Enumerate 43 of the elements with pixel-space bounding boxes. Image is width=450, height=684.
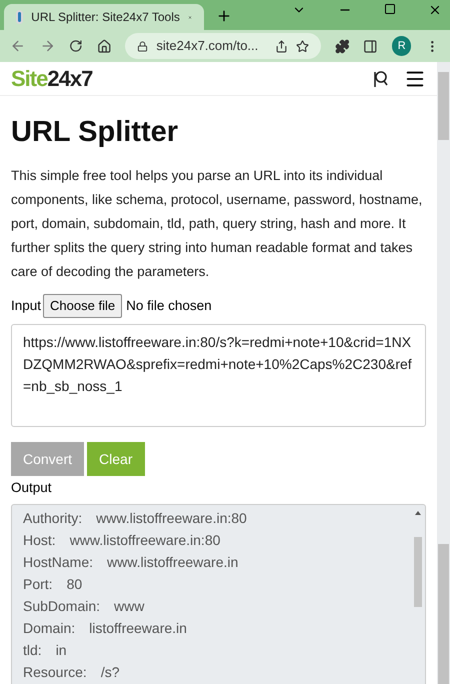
output-key: Host: <box>23 529 56 552</box>
tab-title: URL Splitter: Site24x7 Tools <box>31 9 180 26</box>
site-logo[interactable]: Site24x7 <box>11 62 92 95</box>
file-status: No file chosen <box>126 296 212 315</box>
home-icon[interactable] <box>96 38 112 54</box>
output-label: Output <box>11 479 53 497</box>
url-input-field[interactable]: https://www.listoffreeware.in:80/s?k=redmi+note+10&crid=1NXDZQMM2RWAO&sprefix=redmi+note+10%2Caps%2C230&ref=nb_sb_noss_1 <box>11 324 426 427</box>
scroll-up-icon[interactable] <box>415 511 421 516</box>
new-tab-icon[interactable] <box>216 8 232 24</box>
choose-file-button[interactable]: Choose file <box>43 294 122 318</box>
output-key: Port: <box>23 573 53 596</box>
output-key: tld: <box>23 639 42 662</box>
output-key: HostName: <box>23 551 94 574</box>
description: This simple free tool helps you parse an URL into its individual components, like schema, protocol, username, password, hostname, port, domain, subdomain, tld, path, query string, hash and more. It further splits the query string into human readable format and takes care of decoding the parameters. <box>11 167 424 281</box>
output-value: www.listoffreeware.in:80 <box>96 509 247 528</box>
output-value: listoffreeware.in <box>89 619 187 638</box>
lock-icon <box>137 40 148 52</box>
input-label: Input <box>11 296 42 315</box>
output-value: www <box>114 597 144 616</box>
output-key: Domain: <box>23 617 76 640</box>
output-value: 80 <box>66 575 82 594</box>
url-text: site24x7.com/to... <box>156 37 260 56</box>
page-title: URL Splitter <box>11 115 180 150</box>
close-window-icon[interactable] <box>428 3 442 17</box>
output-value: in <box>56 641 67 660</box>
output-key: SubDomain: <box>23 595 100 618</box>
browser-tab[interactable]: URL Splitter: Site24x7 Tools <box>4 4 204 30</box>
output-key: Authority: <box>23 507 82 530</box>
output-value: /s? <box>100 663 120 682</box>
side-panel-icon[interactable] <box>363 38 378 54</box>
output-value: www.listoffreeware.in <box>107 553 238 572</box>
back-icon[interactable] <box>10 38 26 54</box>
output-value: www.listoffreeware.in:80 <box>70 531 220 550</box>
profile-avatar[interactable]: R <box>392 36 412 56</box>
star-icon[interactable] <box>296 40 309 52</box>
share-icon[interactable] <box>274 40 288 52</box>
extensions-icon[interactable] <box>334 38 350 54</box>
maximize-icon[interactable] <box>384 3 396 15</box>
search-icon[interactable] <box>372 70 388 88</box>
forward-icon[interactable] <box>40 38 56 54</box>
output-key: Resource: <box>23 661 87 684</box>
reload-icon[interactable] <box>69 39 83 53</box>
address-bar[interactable]: site24x7.com/to... <box>125 33 321 59</box>
